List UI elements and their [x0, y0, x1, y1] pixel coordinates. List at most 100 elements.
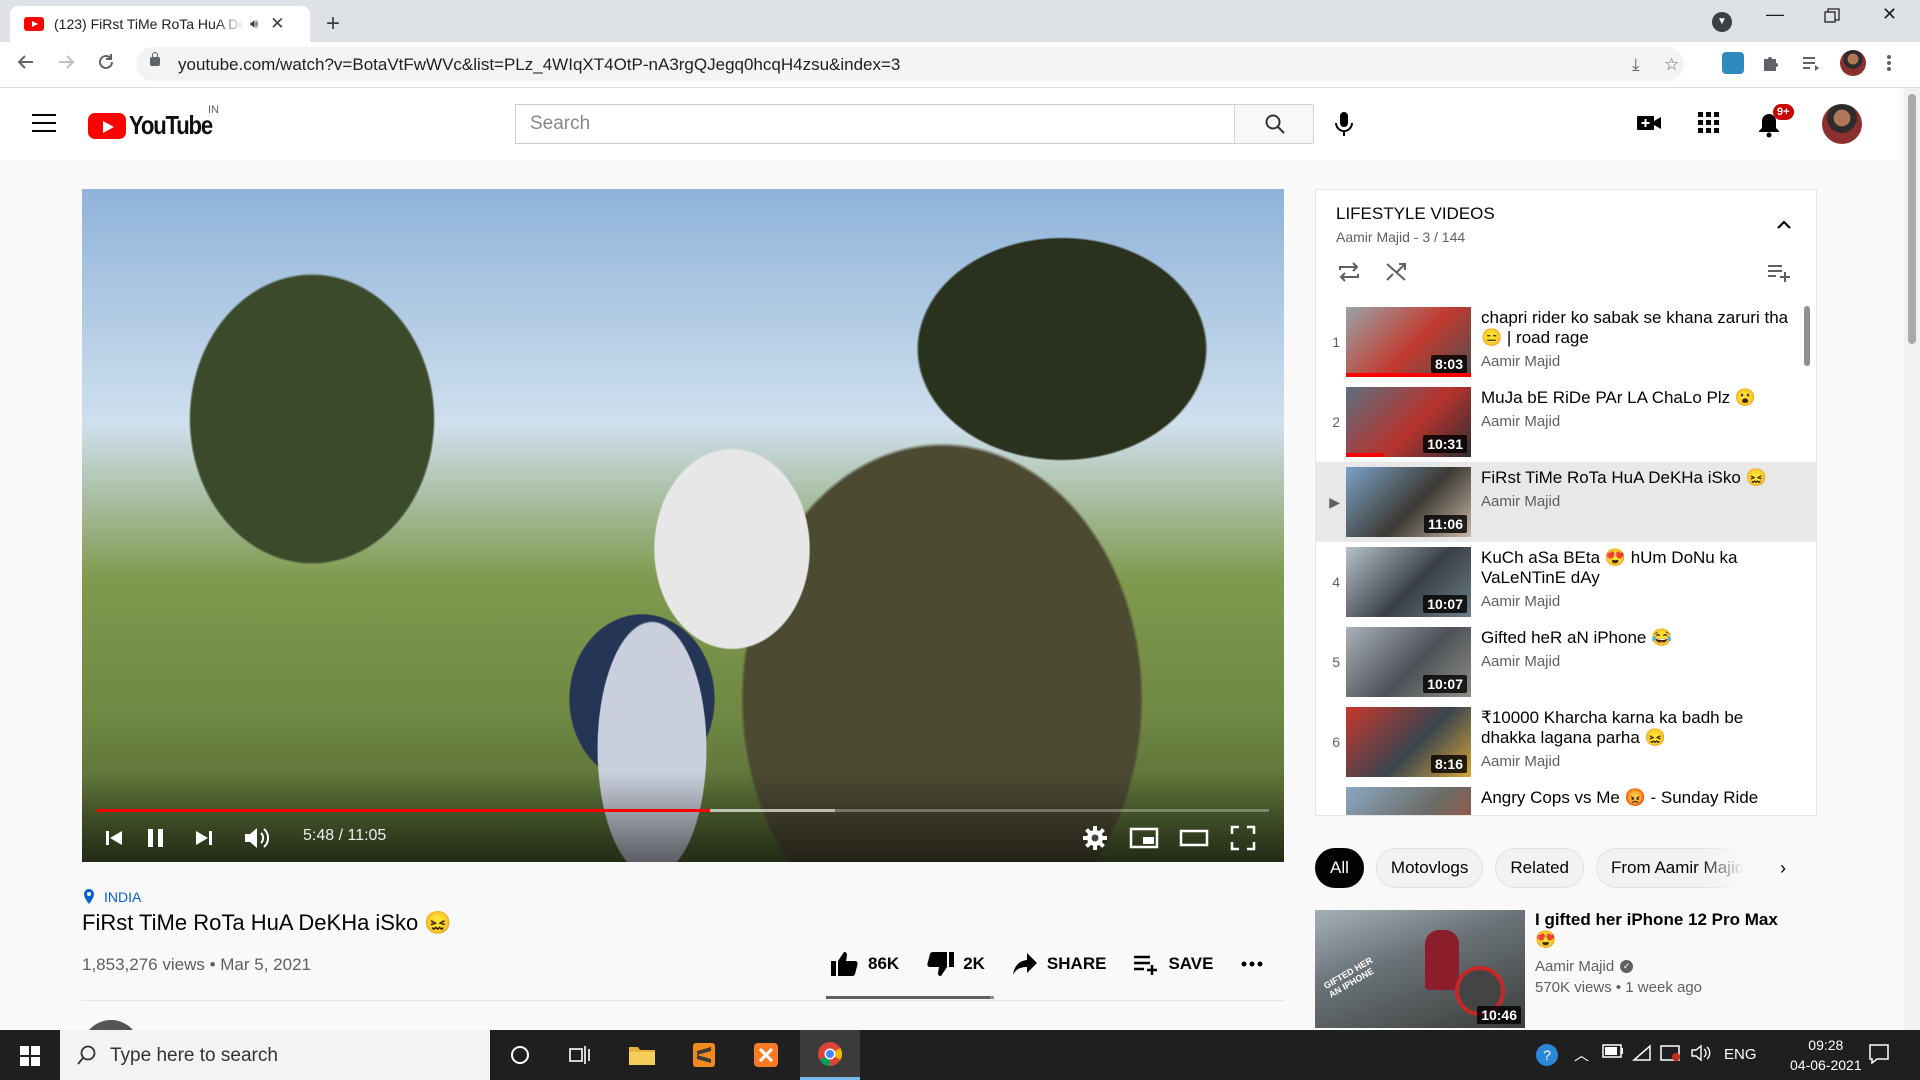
chrome-icon[interactable]: [800, 1030, 860, 1080]
playlist-item-thumbnail[interactable]: 8:16: [1346, 707, 1471, 777]
playlist-item-title[interactable]: MuJa bE RiDe PAr LA ChaLo Plz 😮: [1481, 388, 1791, 408]
playlist-item-title[interactable]: ₹10000 Kharcha karna ka badh be dhakka l…: [1481, 708, 1791, 748]
reload-button[interactable]: [96, 52, 116, 72]
pause-icon[interactable]: [144, 823, 168, 853]
recommended-channel-name[interactable]: Aamir Majid: [1535, 958, 1614, 975]
recommended-thumbnail[interactable]: GIFTED HER AN IPHONE 10:46: [1315, 910, 1525, 1028]
playlist-item[interactable]: 4 10:07 KuCh aSa BEta 😍 hUm DoNu ka VaLeNT…: [1316, 542, 1816, 622]
playlist-item[interactable]: 5 10:07 Gifted heR aN iPhone 😂 Aamir Majid: [1316, 622, 1816, 702]
wifi-icon[interactable]: [1632, 1044, 1652, 1062]
bookmark-star-icon[interactable]: ☆: [1664, 55, 1679, 75]
settings-gear-icon[interactable]: [1080, 823, 1110, 853]
page-scrollbar[interactable]: [1904, 88, 1920, 1030]
playlist-item[interactable]: 1 8:03 chapri rider ko sabak se khana zaru…: [1316, 302, 1816, 382]
speaker-icon[interactable]: 🔊︎: [250, 16, 258, 32]
profile-avatar[interactable]: [1840, 50, 1866, 76]
network-warning-icon[interactable]: [1660, 1044, 1682, 1062]
theater-mode-icon[interactable]: [1178, 823, 1210, 853]
tab-search-button[interactable]: ▼: [1712, 12, 1732, 32]
dislike-button[interactable]: 2K: [925, 950, 985, 978]
playlist-item-title[interactable]: Gifted heR aN iPhone 😂: [1481, 628, 1791, 648]
volume-icon[interactable]: [242, 823, 272, 853]
minimize-button[interactable]: —: [1766, 4, 1784, 25]
url-text[interactable]: youtube.com/watch?v=BotaVtFwWVc&list=PLz…: [178, 55, 900, 75]
search-input[interactable]: [516, 105, 1234, 143]
xampp-icon[interactable]: [736, 1030, 796, 1080]
playlist-item[interactable]: 2 10:31 MuJa bE RiDe PAr LA ChaLo Plz 😮 Aam…: [1316, 382, 1816, 462]
playlist-item-thumbnail[interactable]: [1346, 787, 1471, 815]
share-button[interactable]: SHARE: [1011, 951, 1106, 977]
browser-menu-icon[interactable]: [1886, 52, 1908, 74]
playlist-item-title[interactable]: chapri rider ko sabak se khana zaruri th…: [1481, 308, 1791, 348]
chip-from-channel[interactable]: From Aamir Majid: [1596, 848, 1744, 888]
miniplayer-icon[interactable]: [1128, 823, 1160, 853]
forward-button[interactable]: [56, 52, 76, 72]
playlist-scrollbar[interactable]: [1804, 306, 1810, 366]
fullscreen-icon[interactable]: [1228, 823, 1258, 853]
browser-tab-active[interactable]: (123) FiRst TiMe RoTa HuA DeKHa iSko - Y…: [10, 6, 310, 42]
chips-next-chevron-icon[interactable]: ›: [1780, 858, 1786, 879]
like-button[interactable]: 86K: [830, 950, 899, 978]
show-hidden-icons-chevron-icon[interactable]: ︿: [1574, 1044, 1589, 1065]
playlist-title[interactable]: LIFESTYLE VIDEOS: [1336, 204, 1495, 224]
windows-start-icon[interactable]: [20, 1046, 40, 1066]
create-video-icon[interactable]: [1636, 112, 1662, 134]
save-playlist-icon[interactable]: [1766, 260, 1792, 284]
account-avatar[interactable]: [1822, 104, 1862, 144]
action-center-icon[interactable]: [1868, 1043, 1890, 1065]
chip-motovlogs[interactable]: Motovlogs: [1375, 848, 1484, 888]
previous-icon[interactable]: [102, 823, 126, 853]
taskbar-search-box[interactable]: Type here to search: [60, 1030, 490, 1080]
media-queue-icon[interactable]: [1800, 52, 1822, 74]
lock-icon[interactable]: [150, 52, 160, 66]
task-view-icon[interactable]: [550, 1030, 610, 1080]
location-tag[interactable]: INDIA: [82, 889, 141, 905]
extension-icon[interactable]: [1722, 52, 1744, 74]
collapse-chevron-up-icon[interactable]: [1776, 218, 1792, 230]
playlist-item-thumbnail[interactable]: 11:06: [1346, 467, 1471, 537]
shuffle-icon[interactable]: [1384, 260, 1410, 284]
install-icon[interactable]: ⤓: [1632, 55, 1640, 75]
language-indicator[interactable]: ENG: [1724, 1046, 1757, 1063]
scrollbar-thumb[interactable]: [1908, 94, 1916, 344]
battery-icon[interactable]: [1602, 1044, 1624, 1058]
address-bar[interactable]: youtube.com/watch?v=BotaVtFwWVc&list=PLz…: [136, 47, 1684, 81]
chip-related[interactable]: Related: [1495, 848, 1584, 888]
cortana-icon[interactable]: [490, 1030, 550, 1080]
youtube-logo[interactable]: YouTube IN: [88, 104, 227, 141]
close-tab-icon[interactable]: ✕: [270, 14, 284, 34]
playlist-item[interactable]: ▶ 11:06 FiRst TiMe RoTa HuA DeKHa iSko 😖 Aa…: [1316, 462, 1816, 542]
back-button[interactable]: [16, 52, 36, 72]
recommended-title[interactable]: I gifted her iPhone 12 Pro Max 😍: [1535, 910, 1795, 950]
playlist-item-thumbnail[interactable]: 10:07: [1346, 627, 1471, 697]
help-icon[interactable]: ?: [1534, 1042, 1560, 1068]
playlist-item-title[interactable]: Angry Cops vs Me 😡 - Sunday Ride: [1481, 788, 1791, 808]
save-button[interactable]: SAVE: [1132, 951, 1213, 977]
volume-icon[interactable]: [1690, 1044, 1712, 1062]
sublime-text-icon[interactable]: [674, 1030, 734, 1080]
taskbar-clock[interactable]: 09:28 04-06-2021: [1790, 1035, 1862, 1075]
menu-icon[interactable]: [32, 114, 56, 138]
playlist-item[interactable]: 6 8:16 ₹10000 Kharcha karna ka badh be dha…: [1316, 702, 1816, 782]
recommended-video[interactable]: GIFTED HER AN IPHONE 10:46 I gifted her …: [1315, 910, 1795, 1028]
extensions-puzzle-icon[interactable]: [1760, 52, 1782, 74]
progress-bar[interactable]: [97, 809, 1269, 812]
recommended-channel[interactable]: Aamir Majid ✓: [1535, 958, 1795, 975]
video-player[interactable]: 5:48 / 11:05: [82, 189, 1284, 862]
restore-button[interactable]: [1824, 8, 1840, 24]
apps-grid-icon[interactable]: [1698, 112, 1720, 134]
playlist-item-thumbnail[interactable]: 8:03: [1346, 307, 1471, 377]
close-window-button[interactable]: ✕: [1882, 4, 1897, 25]
next-icon[interactable]: [192, 823, 216, 853]
location-text[interactable]: INDIA: [104, 889, 141, 905]
search-button[interactable]: [1234, 104, 1314, 144]
playlist-item-thumbnail[interactable]: 10:07: [1346, 547, 1471, 617]
more-actions-button[interactable]: [1239, 951, 1273, 977]
playlist-item-thumbnail[interactable]: 10:31: [1346, 387, 1471, 457]
chip-all[interactable]: All: [1315, 848, 1364, 888]
search-box[interactable]: [515, 104, 1235, 144]
file-explorer-icon[interactable]: [612, 1030, 672, 1080]
voice-search-icon[interactable]: [1334, 110, 1354, 138]
loop-icon[interactable]: [1336, 260, 1362, 284]
playlist-item-title[interactable]: KuCh aSa BEta 😍 hUm DoNu ka VaLeNTinE dA…: [1481, 548, 1791, 588]
